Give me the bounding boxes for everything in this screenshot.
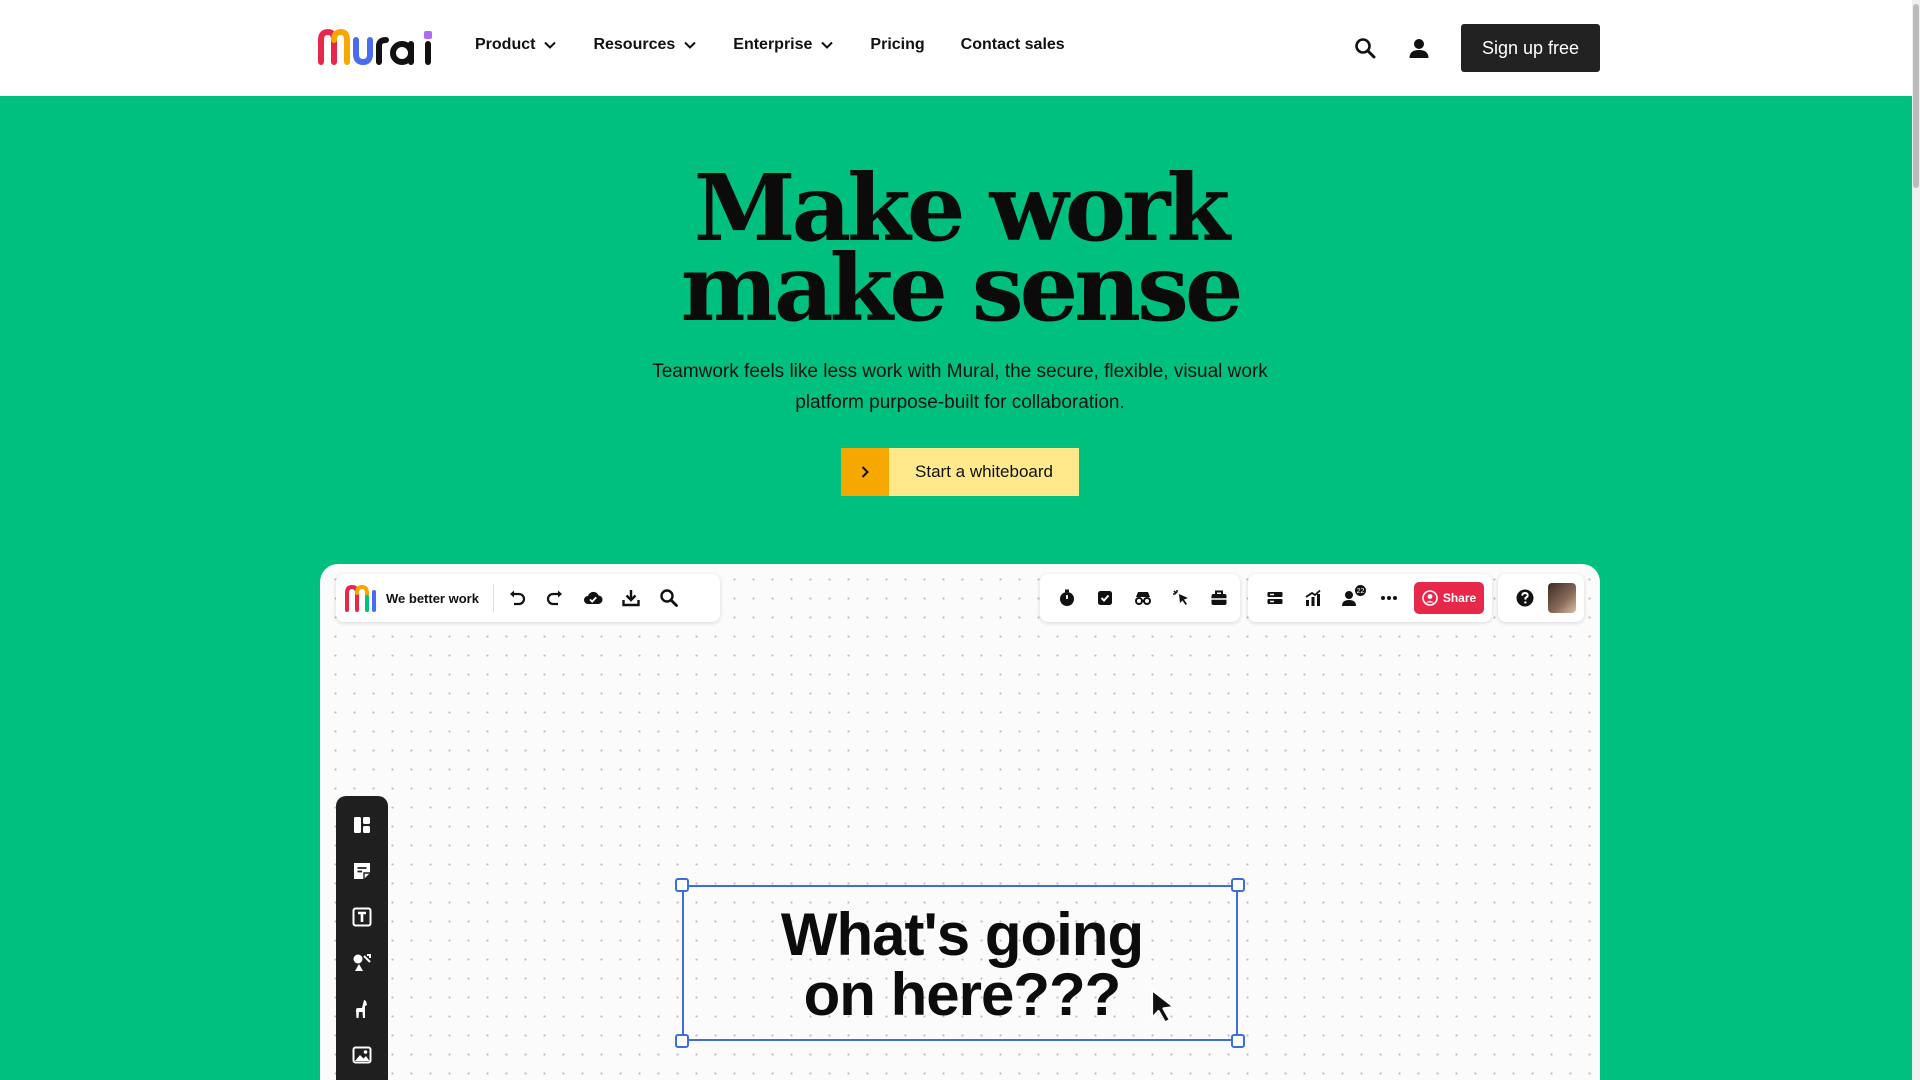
nav-resources-label: Resources: [593, 36, 676, 53]
add-user-icon: [1422, 590, 1438, 606]
outline-icon[interactable]: [1256, 579, 1294, 617]
chevron-down-icon: [544, 41, 557, 49]
site-header: Product Resources Enterprise Pricing Con…: [0, 0, 1920, 96]
cta-arrow: [841, 448, 889, 496]
private-mode-icon[interactable]: [1124, 579, 1162, 617]
nav-contact-sales-label: Contact sales: [960, 36, 1065, 53]
hero-title-line2: make sense: [680, 234, 1244, 342]
nav-contact-sales[interactable]: Contact sales: [961, 36, 1065, 54]
search-icon[interactable]: [650, 579, 688, 617]
share-button[interactable]: Share: [1414, 582, 1484, 614]
text-icon[interactable]: [336, 894, 388, 940]
templates-icon[interactable]: [336, 802, 388, 848]
sign-up-button[interactable]: Sign up free: [1461, 24, 1600, 72]
toolbar-divider: [492, 584, 494, 612]
whiteboard-preview[interactable]: We better work 22 Share What's going on …: [320, 564, 1600, 1080]
sticky-note-icon[interactable]: [336, 848, 388, 894]
board-toolbar-help: [1498, 574, 1584, 622]
nav-enterprise[interactable]: Enterprise: [733, 36, 834, 54]
board-sidebar: [336, 796, 388, 1080]
nav-enterprise-label: Enterprise: [733, 36, 813, 53]
canvas-text-line1: What's going: [780, 901, 1144, 968]
help-icon[interactable]: [1506, 579, 1544, 617]
resize-handle-bottom-right[interactable]: [1231, 1034, 1245, 1048]
mural-mini-logo-icon[interactable]: [344, 583, 378, 613]
toolbox-icon[interactable]: [1200, 579, 1238, 617]
hero-title: Make work make sense: [560, 162, 1360, 334]
nav-resources[interactable]: Resources: [593, 36, 697, 54]
board-name[interactable]: We better work: [386, 591, 479, 606]
hero-subtitle-line1: Teamwork feels like less work with Mural…: [652, 361, 1268, 382]
chevron-down-icon: [684, 41, 696, 49]
selected-text-box[interactable]: What's going on here???: [675, 878, 1245, 1048]
nav-product[interactable]: Product: [475, 36, 557, 54]
timer-icon[interactable]: [1048, 579, 1086, 617]
image-icon[interactable]: [336, 1032, 388, 1078]
resize-handle-top-left[interactable]: [675, 878, 689, 892]
chart-icon[interactable]: [1294, 579, 1332, 617]
start-whiteboard-button[interactable]: Start a whiteboard: [841, 448, 1079, 496]
chevron-down-icon: [821, 41, 834, 49]
checkbox-icon[interactable]: [1086, 579, 1124, 617]
chevron-right-icon: [861, 466, 869, 478]
mouse-cursor-icon: [1150, 988, 1176, 1024]
resize-handle-top-right[interactable]: [1231, 878, 1245, 892]
user-icon[interactable]: [1408, 37, 1430, 59]
shapes-icon[interactable]: [336, 940, 388, 986]
mural-logo[interactable]: [318, 28, 436, 66]
more-icon[interactable]: [1370, 579, 1408, 617]
board-toolbar-left: We better work: [336, 574, 720, 622]
board-toolbar-facilitation: [1040, 574, 1240, 622]
redo-icon[interactable]: [536, 579, 574, 617]
scrollbar-thumb[interactable]: [1913, 4, 1919, 188]
avatar[interactable]: [1548, 583, 1576, 613]
icons-llama-icon[interactable]: [336, 986, 388, 1032]
page-scrollbar[interactable]: [1912, 0, 1920, 1080]
hero-subtitle-line2: platform purpose-built for collaboration…: [795, 392, 1125, 413]
resize-handle-bottom-left[interactable]: [675, 1034, 689, 1048]
collaborators-icon[interactable]: 22: [1332, 579, 1370, 617]
board-toolbar-collab: 22 Share: [1248, 574, 1492, 622]
pointer-icon[interactable]: [1162, 579, 1200, 617]
nav-pricing[interactable]: Pricing: [870, 36, 924, 54]
collaborators-count-badge: 22: [1354, 584, 1367, 597]
cta-label: Start a whiteboard: [889, 448, 1079, 496]
search-icon[interactable]: [1354, 37, 1376, 59]
nav-pricing-label: Pricing: [870, 36, 925, 53]
download-icon[interactable]: [612, 579, 650, 617]
main-nav: Product Resources Enterprise Pricing Con…: [475, 36, 1101, 54]
share-label: Share: [1442, 591, 1477, 605]
canvas-text-line2: on here???: [803, 961, 1122, 1028]
nav-product-label: Product: [475, 36, 536, 53]
hero-subtitle: Teamwork feels like less work with Mural…: [640, 356, 1280, 418]
undo-icon[interactable]: [498, 579, 536, 617]
cloud-saved-icon[interactable]: [574, 579, 612, 617]
